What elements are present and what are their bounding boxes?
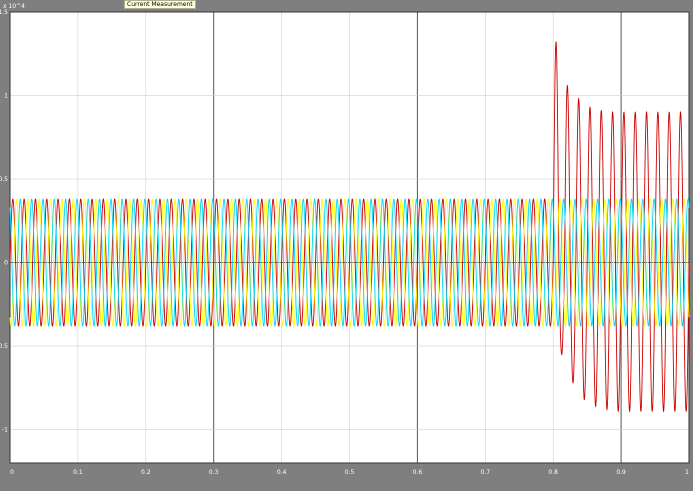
x-tick-label: 0.9 <box>616 469 626 476</box>
x-tick-label: 1 <box>685 469 689 476</box>
x-tick-label: 0.2 <box>141 469 151 476</box>
x-tick-label: 0.1 <box>73 469 83 476</box>
x-tick-label: 0.7 <box>481 469 491 476</box>
x-tick-label: 0.8 <box>548 469 558 476</box>
x-tick-label: 0.6 <box>413 469 423 476</box>
y-tick-label: 0.5 <box>0 176 8 183</box>
y-exponent-label: x 10^4 <box>3 3 25 10</box>
y-tick-label: 0 <box>4 260 8 267</box>
x-tick-label: 0.5 <box>345 469 355 476</box>
y-tick-label: -0.5 <box>0 343 8 350</box>
y-tick-label: 1 <box>4 93 8 100</box>
scope-title: Current Measurement <box>124 0 196 9</box>
y-tick-label: -1 <box>2 427 8 434</box>
x-tick-label: 0.3 <box>209 469 219 476</box>
x-tick-label: 0 <box>10 469 14 476</box>
y-tick-label: 1.5 <box>0 9 8 16</box>
scope-plot: 0 0.1 0.2 0.3 0.4 0.5 0.6 0.7 0.8 0.9 1 1.5 1 0.5 0 -0.… <box>0 3 690 476</box>
x-tick-label: 0.4 <box>277 469 287 476</box>
